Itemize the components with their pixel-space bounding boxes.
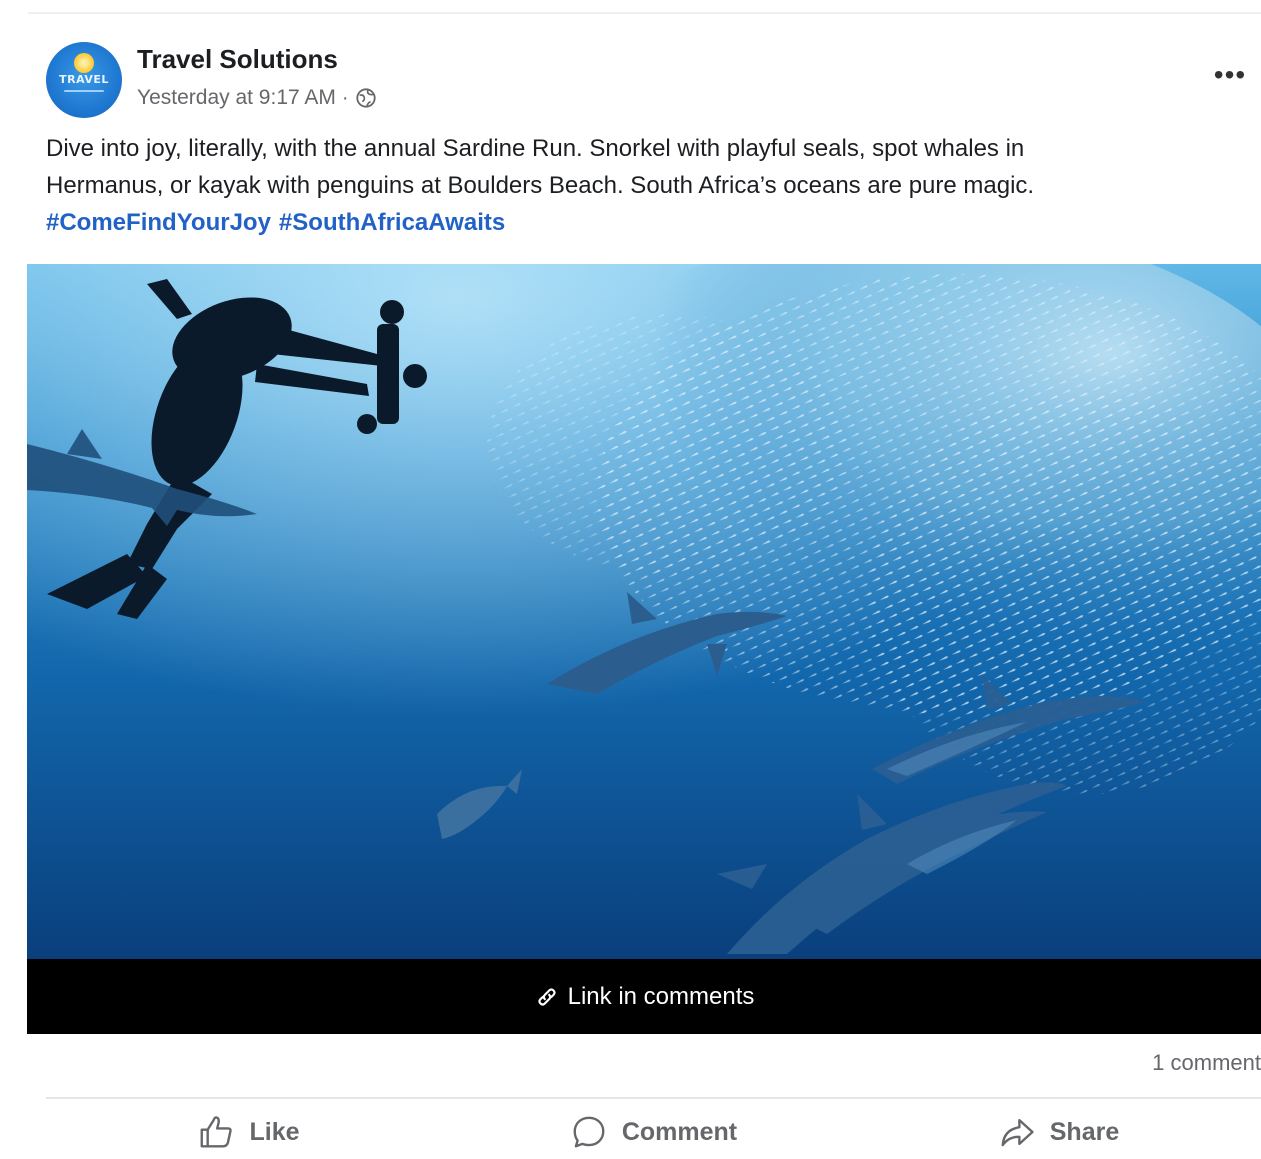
meta-separator: · <box>341 86 349 109</box>
post-options-button[interactable]: ••• <box>1208 60 1252 90</box>
post-timestamp[interactable]: Yesterday at 9:17 AM <box>137 86 336 110</box>
sun-logo-icon <box>74 53 94 73</box>
hashtag-link[interactable]: #SouthAfricaAwaits <box>279 209 505 236</box>
globe-icon[interactable] <box>355 87 377 109</box>
post-actions: Like Comment Share <box>46 1105 1261 1159</box>
actions-divider <box>46 1097 1261 1099</box>
post-body-line: Hermanus, or kayak with penguins at Boul… <box>46 172 1035 199</box>
share-label: Share <box>1049 1117 1120 1146</box>
link-caption-text: Link in comments <box>567 982 755 1010</box>
post-body-line: Dive into joy, literally, with the annua… <box>46 135 1025 162</box>
comment-label: Comment <box>621 1117 738 1146</box>
post-meta: Yesterday at 9:17 AM · <box>137 84 377 112</box>
share-arrow-icon <box>1001 1118 1034 1147</box>
link-caption-bar[interactable]: Link in comments <box>27 959 1261 1034</box>
page-avatar[interactable]: TRAVEL <box>46 42 122 118</box>
avatar-logo-text: TRAVEL <box>59 73 109 86</box>
link-icon <box>537 987 556 1006</box>
post-photo[interactable] <box>27 264 1261 959</box>
like-label: Like <box>249 1117 300 1146</box>
feed-post: TRAVEL Travel Solutions Yesterday at 9:1… <box>0 0 1261 1159</box>
comments-count-link[interactable]: 1 comment <box>1152 1050 1261 1076</box>
thumbs-up-icon <box>201 1116 233 1148</box>
hashtag-link[interactable]: #ComeFindYourJoy <box>46 209 271 236</box>
like-button[interactable]: Like <box>46 1105 451 1159</box>
post-body: Dive into joy, literally, with the annua… <box>46 130 1246 241</box>
hashtag-list: #ComeFindYourJoy #SouthAfricaAwaits <box>46 204 1246 241</box>
avatar-logo-underline <box>64 90 104 92</box>
comment-bubble-icon <box>573 1116 605 1148</box>
share-button[interactable]: Share <box>856 1105 1261 1159</box>
page-name-link[interactable]: Travel Solutions <box>137 44 338 75</box>
comment-button[interactable]: Comment <box>451 1105 856 1159</box>
underwater-scene-image <box>27 264 1261 959</box>
